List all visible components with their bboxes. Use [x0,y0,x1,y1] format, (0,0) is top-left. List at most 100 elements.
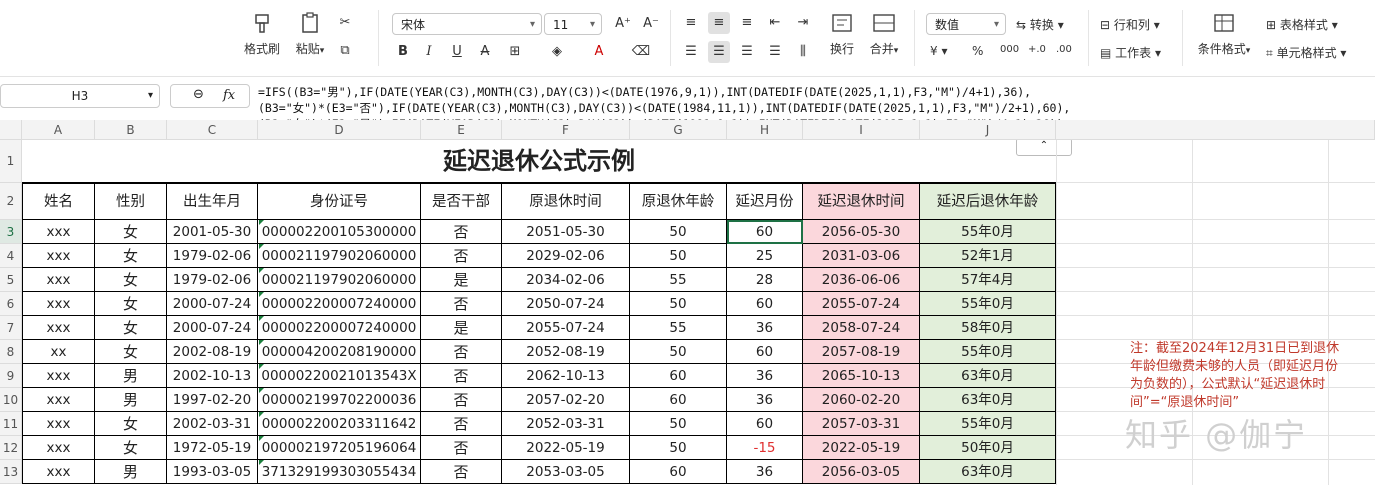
table-cell[interactable]: 否 [421,460,502,484]
copy-icon[interactable]: ⧉ [334,40,356,62]
fill-color-icon[interactable]: ◈ [546,41,568,63]
table-cell[interactable]: 2002-10-13 [167,364,258,388]
clear-format-icon[interactable]: ⌫ [630,41,652,63]
column-header-g[interactable]: G [630,120,727,140]
table-cell[interactable]: 2000-07-24 [167,292,258,316]
table-cell[interactable]: 000004200208190000 [258,340,421,364]
table-cell[interactable]: 63年0月 [920,460,1056,484]
table-cell[interactable]: xxx [22,292,95,316]
table-cell[interactable]: 50年0月 [920,436,1056,460]
column-header-j[interactable]: J [920,120,1056,140]
table-cell[interactable]: 50 [630,412,727,436]
distributed-icon[interactable]: ⫼ [792,41,814,63]
decrease-decimal-button[interactable]: .00 [1056,44,1072,55]
row-header-7[interactable]: 7 [0,316,22,340]
header-cell[interactable]: 原退休时间 [502,183,630,220]
table-cell[interactable]: 55年0月 [920,220,1056,244]
row-header-10[interactable]: 10 [0,388,22,412]
row-header-3[interactable]: 3 [0,220,22,244]
table-cell[interactable]: 52年1月 [920,244,1056,268]
align-left-icon[interactable]: ☰ [680,41,702,63]
header-cell[interactable]: 身份证号 [258,183,421,220]
row-header-4[interactable]: 4 [0,244,22,268]
indent-increase-icon[interactable]: ⇥ [792,12,814,34]
table-cell[interactable]: 2056-03-05 [803,460,920,484]
row-header-5[interactable]: 5 [0,268,22,292]
table-cell[interactable]: xxx [22,388,95,412]
column-header-i[interactable]: I [803,120,920,140]
table-cell[interactable]: 2050-07-24 [502,292,630,316]
header-cell[interactable]: 原退休年龄 [630,183,727,220]
table-cell[interactable]: 男 [95,364,167,388]
border-icon[interactable]: ⊞ [504,41,526,63]
table-cell[interactable]: xxx [22,412,95,436]
column-header-f[interactable]: F [502,120,630,140]
wrap-text-button[interactable]: 换行 [822,12,862,57]
header-cell[interactable]: 延迟退休时间 [803,183,920,220]
convert-button[interactable]: ⇆ 转换 ▾ [1016,16,1064,33]
header-cell[interactable]: 是否干部 [421,183,502,220]
table-cell[interactable]: 50 [630,292,727,316]
table-cell[interactable]: 1997-02-20 [167,388,258,412]
table-cell[interactable]: 55年0月 [920,340,1056,364]
table-cell[interactable]: 否 [421,412,502,436]
table-cell[interactable]: 55 [630,268,727,292]
row-header-13[interactable]: 13 [0,460,22,484]
table-cell[interactable]: 50 [630,220,727,244]
row-header-8[interactable]: 8 [0,340,22,364]
table-style-button[interactable]: ⊞ 表格样式 ▾ [1266,16,1338,33]
column-header-a[interactable]: A [22,120,95,140]
table-cell[interactable]: xxx [22,460,95,484]
table-cell[interactable]: xxx [22,436,95,460]
table-cell[interactable]: 36 [727,388,803,412]
percent-button[interactable]: % [972,44,983,58]
table-cell[interactable]: 000002200105300000 [258,220,421,244]
cell-style-button[interactable]: ⌗ 单元格样式 ▾ [1266,44,1346,61]
table-cell[interactable]: 371329199303055434 [258,460,421,484]
table-cell[interactable]: 2055-07-24 [502,316,630,340]
fx-icon[interactable]: fx [223,88,235,103]
align-bottom-icon[interactable]: ≡ [736,12,758,34]
table-cell[interactable]: 女 [95,340,167,364]
align-center-icon[interactable]: ☰ [708,41,730,63]
table-cell[interactable]: 2036-06-06 [803,268,920,292]
table-cell[interactable]: 000021197902060000 [258,244,421,268]
table-cell[interactable]: 女 [95,316,167,340]
increase-font-icon[interactable]: A⁺ [612,13,634,35]
table-cell[interactable]: 否 [421,364,502,388]
bold-button[interactable]: B [392,41,414,63]
table-cell[interactable]: 60 [727,292,803,316]
indent-decrease-icon[interactable]: ⇤ [764,12,786,34]
header-cell[interactable]: 出生年月 [167,183,258,220]
table-cell[interactable]: 女 [95,244,167,268]
underline-button[interactable]: U [446,41,468,63]
conditional-format-button[interactable]: 条件格式▾ [1192,12,1256,57]
table-cell[interactable]: 1972-05-19 [167,436,258,460]
table-cell[interactable]: 1993-03-05 [167,460,258,484]
table-cell[interactable]: 000002199702200036 [258,388,421,412]
table-cell[interactable]: xxx [22,364,95,388]
table-cell[interactable]: 60 [630,388,727,412]
table-cell[interactable]: 55 [630,316,727,340]
row-header-12[interactable]: 12 [0,436,22,460]
strikethrough-button[interactable]: A [474,41,496,63]
table-cell[interactable]: 000002200007240000 [258,292,421,316]
italic-button[interactable]: I [418,41,440,63]
table-cell[interactable]: 2057-08-19 [803,340,920,364]
column-header-d[interactable]: D [258,120,421,140]
table-cell[interactable]: 2056-05-30 [803,220,920,244]
table-cell[interactable]: 否 [421,388,502,412]
table-cell[interactable]: 2062-10-13 [502,364,630,388]
table-cell[interactable]: xxx [22,316,95,340]
table-cell[interactable]: 否 [421,292,502,316]
table-cell[interactable]: 女 [95,436,167,460]
align-middle-icon[interactable]: ≡ [708,12,730,34]
align-top-icon[interactable]: ≡ [680,12,702,34]
table-cell[interactable]: 是 [421,268,502,292]
header-cell[interactable]: 延迟月份 [727,183,803,220]
justify-icon[interactable]: ☰ [764,41,786,63]
merge-button[interactable]: 合并▾ [864,12,904,57]
table-cell[interactable]: 36 [727,316,803,340]
zoom-icon[interactable]: ⊖ [193,87,204,102]
table-cell[interactable]: 女 [95,268,167,292]
